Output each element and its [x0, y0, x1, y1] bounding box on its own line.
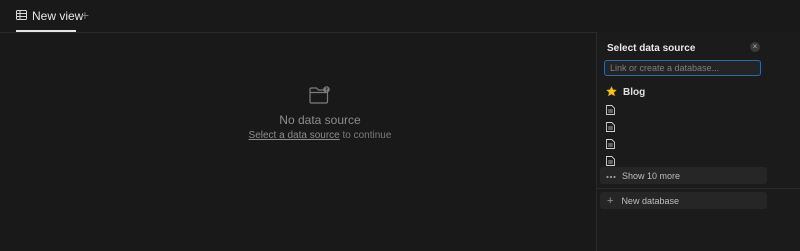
tab-new-view[interactable]: New view [16, 0, 83, 32]
svg-text:?: ? [325, 87, 328, 93]
ellipsis-icon [606, 171, 616, 181]
new-database-label: New database [621, 195, 679, 206]
plus-icon: + [607, 194, 614, 207]
document-icon [606, 104, 615, 115]
show-more-button[interactable]: Show 10 more [600, 167, 767, 184]
panel-title: Select data source [607, 43, 696, 54]
app-window: New view + ? No data source Select a dat… [0, 0, 800, 251]
data-source-item[interactable] [604, 118, 767, 135]
empty-state-suffix: to continue [339, 130, 392, 141]
data-source-search-input[interactable] [604, 60, 761, 76]
data-source-item[interactable] [604, 101, 767, 118]
empty-state-subtitle: Select a data source to continue [200, 130, 440, 141]
data-source-item-label: Blog [623, 87, 646, 98]
star-icon [605, 85, 618, 100]
data-source-list: Blog [604, 84, 767, 169]
document-icon [606, 138, 615, 149]
active-tab-indicator [16, 30, 76, 32]
empty-state-title: No data source [279, 113, 361, 127]
view-tab-bar: New view + [0, 0, 596, 33]
tab-label: New view [32, 9, 84, 23]
data-source-item-blog[interactable]: Blog [604, 84, 767, 101]
close-panel-button[interactable]: × [750, 42, 760, 52]
data-source-item[interactable] [604, 135, 767, 152]
close-icon: × [752, 42, 758, 51]
document-icon [606, 155, 615, 166]
panel-divider [597, 188, 800, 189]
show-more-label: Show 10 more [622, 170, 681, 181]
select-data-source-panel: Select data source × Blog [596, 32, 800, 251]
new-database-button[interactable]: + New database [600, 192, 767, 209]
select-data-source-link[interactable]: Select a data source [249, 130, 340, 141]
document-icon [606, 121, 615, 132]
add-view-button[interactable]: + [79, 7, 91, 23]
empty-state: ? No data source Select a data source to… [200, 86, 440, 141]
folder-question-icon: ? [200, 86, 440, 109]
plus-icon: + [80, 7, 90, 23]
table-icon [16, 9, 27, 23]
